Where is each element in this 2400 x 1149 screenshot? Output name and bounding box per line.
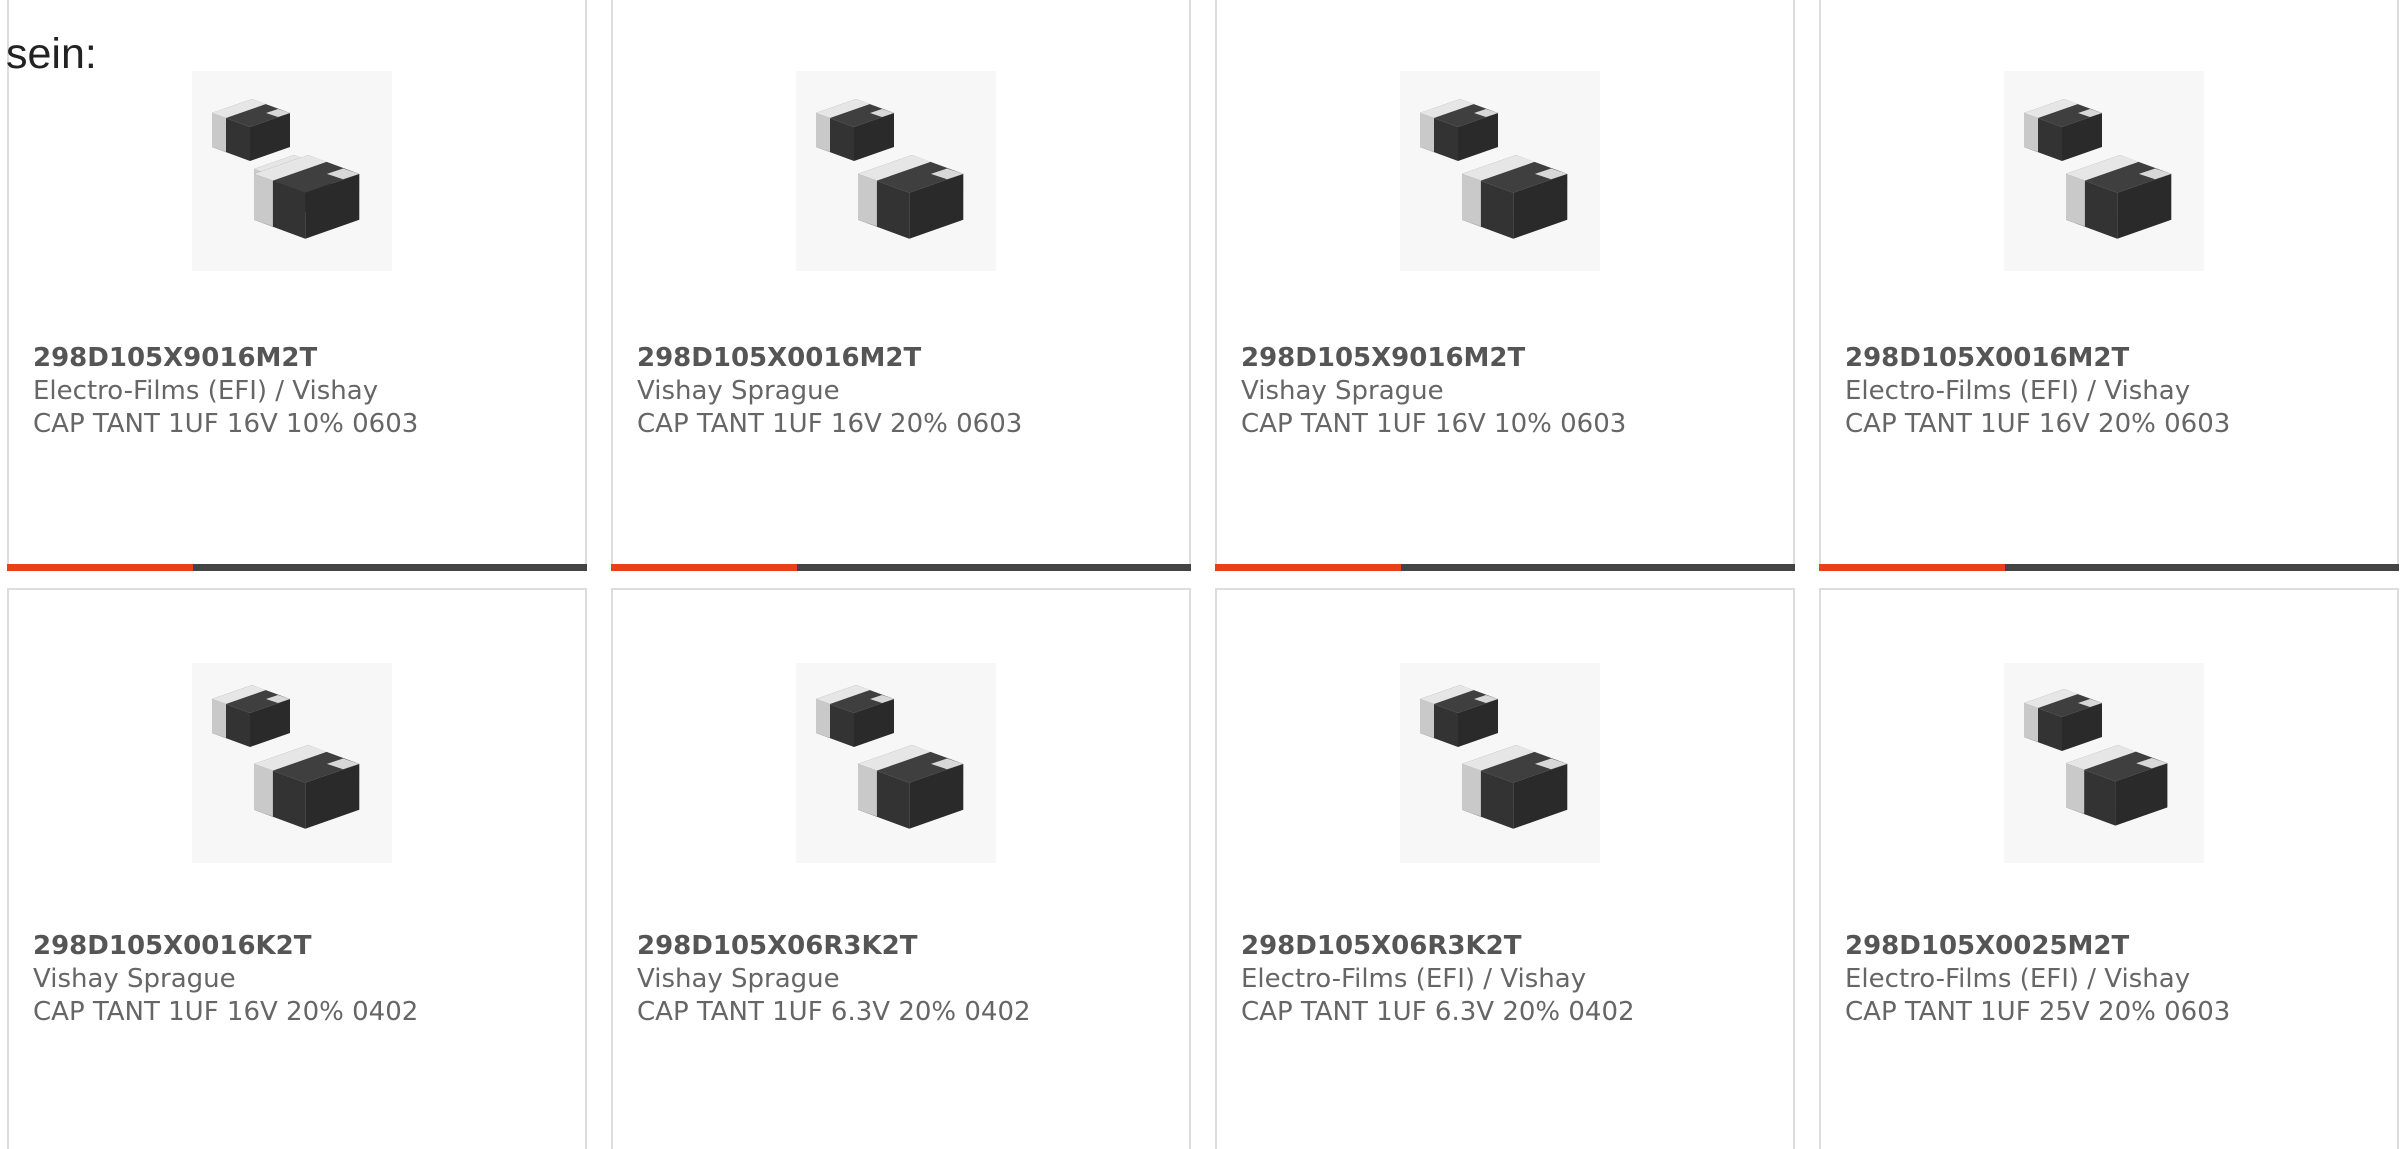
description: CAP TANT 1UF 16V 20% 0402	[33, 997, 419, 1027]
part-number-link[interactable]: 298D105X9016M2T	[1241, 342, 1783, 375]
product-info: 298D105X0016K2T Vishay Sprague CAP TANT …	[33, 930, 575, 1029]
manufacturer: Electro-Films (EFI) / Vishay	[1845, 376, 2191, 406]
smd-capacitor-icon	[1400, 663, 1600, 863]
product-card[interactable]: 298D105X0016M2T Electro-Films (EFI) / Vi…	[1819, 0, 2399, 571]
product-info: 298D105X0025M2T Electro-Films (EFI) / Vi…	[1845, 930, 2387, 1029]
product-info: 298D105X06R3K2T Electro-Films (EFI) / Vi…	[1241, 930, 1783, 1029]
part-number-link[interactable]: 298D105X0016K2T	[33, 930, 575, 963]
manufacturer: Electro-Films (EFI) / Vishay	[33, 376, 379, 406]
product-card[interactable]: 298D105X0025M2T Electro-Films (EFI) / Vi…	[1819, 588, 2399, 1149]
smd-capacitor-icon	[192, 71, 392, 271]
product-image[interactable]	[2004, 71, 2204, 271]
card-progress-bar	[1819, 564, 2399, 571]
product-grid: 298D105X9016M2T Electro-Films (EFI) / Vi…	[7, 0, 2400, 1149]
product-image[interactable]	[1400, 663, 1600, 863]
smd-capacitor-icon	[2004, 663, 2204, 863]
card-progress-fill	[611, 564, 797, 571]
product-info: 298D105X0016M2T Vishay Sprague CAP TANT …	[637, 342, 1179, 441]
smd-capacitor-icon	[192, 663, 392, 863]
smd-capacitor-icon	[796, 71, 996, 271]
card-progress-fill	[1215, 564, 1401, 571]
part-number-link[interactable]: 298D105X0016M2T	[637, 342, 1179, 375]
part-number-link[interactable]: 298D105X0025M2T	[1845, 930, 2387, 963]
card-progress-bar	[1215, 564, 1795, 571]
part-number-link[interactable]: 298D105X06R3K2T	[1241, 930, 1783, 963]
product-image[interactable]	[796, 663, 996, 863]
description: CAP TANT 1UF 6.3V 20% 0402	[637, 997, 1031, 1027]
manufacturer: Vishay Sprague	[1241, 376, 1444, 406]
manufacturer: Vishay Sprague	[33, 964, 236, 994]
manufacturer: Vishay Sprague	[637, 964, 840, 994]
smd-capacitor-icon	[1400, 71, 1600, 271]
product-image[interactable]	[192, 663, 392, 863]
product-card[interactable]: 298D105X0016K2T Vishay Sprague CAP TANT …	[7, 588, 587, 1149]
intro-text: sein:	[6, 30, 97, 78]
description: CAP TANT 1UF 16V 10% 0603	[1241, 409, 1627, 439]
smd-capacitor-icon	[796, 663, 996, 863]
product-info: 298D105X9016M2T Vishay Sprague CAP TANT …	[1241, 342, 1783, 441]
product-card[interactable]: 298D105X9016M2T Electro-Films (EFI) / Vi…	[7, 0, 587, 571]
product-image[interactable]	[2004, 663, 2204, 863]
card-progress-bar	[611, 564, 1191, 571]
product-card[interactable]: 298D105X06R3K2T Vishay Sprague CAP TANT …	[611, 588, 1191, 1149]
product-info: 298D105X06R3K2T Vishay Sprague CAP TANT …	[637, 930, 1179, 1029]
product-info: 298D105X9016M2T Electro-Films (EFI) / Vi…	[33, 342, 575, 441]
description: CAP TANT 1UF 25V 20% 0603	[1845, 997, 2231, 1027]
manufacturer: Electro-Films (EFI) / Vishay	[1241, 964, 1587, 994]
product-card[interactable]: 298D105X06R3K2T Electro-Films (EFI) / Vi…	[1215, 588, 1795, 1149]
part-number-link[interactable]: 298D105X0016M2T	[1845, 342, 2387, 375]
product-image[interactable]	[192, 71, 392, 271]
description: CAP TANT 1UF 6.3V 20% 0402	[1241, 997, 1635, 1027]
card-progress-fill	[1819, 564, 2005, 571]
description: CAP TANT 1UF 16V 20% 0603	[637, 409, 1023, 439]
product-card[interactable]: 298D105X0016M2T Vishay Sprague CAP TANT …	[611, 0, 1191, 571]
part-number-link[interactable]: 298D105X06R3K2T	[637, 930, 1179, 963]
manufacturer: Electro-Films (EFI) / Vishay	[1845, 964, 2191, 994]
part-number-link[interactable]: 298D105X9016M2T	[33, 342, 575, 375]
description: CAP TANT 1UF 16V 20% 0603	[1845, 409, 2231, 439]
product-info: 298D105X0016M2T Electro-Films (EFI) / Vi…	[1845, 342, 2387, 441]
smd-capacitor-icon	[2004, 71, 2204, 271]
card-progress-bar	[7, 564, 587, 571]
product-image[interactable]	[1400, 71, 1600, 271]
manufacturer: Vishay Sprague	[637, 376, 840, 406]
card-progress-fill	[7, 564, 193, 571]
product-card[interactable]: 298D105X9016M2T Vishay Sprague CAP TANT …	[1215, 0, 1795, 571]
product-image[interactable]	[796, 71, 996, 271]
description: CAP TANT 1UF 16V 10% 0603	[33, 409, 419, 439]
